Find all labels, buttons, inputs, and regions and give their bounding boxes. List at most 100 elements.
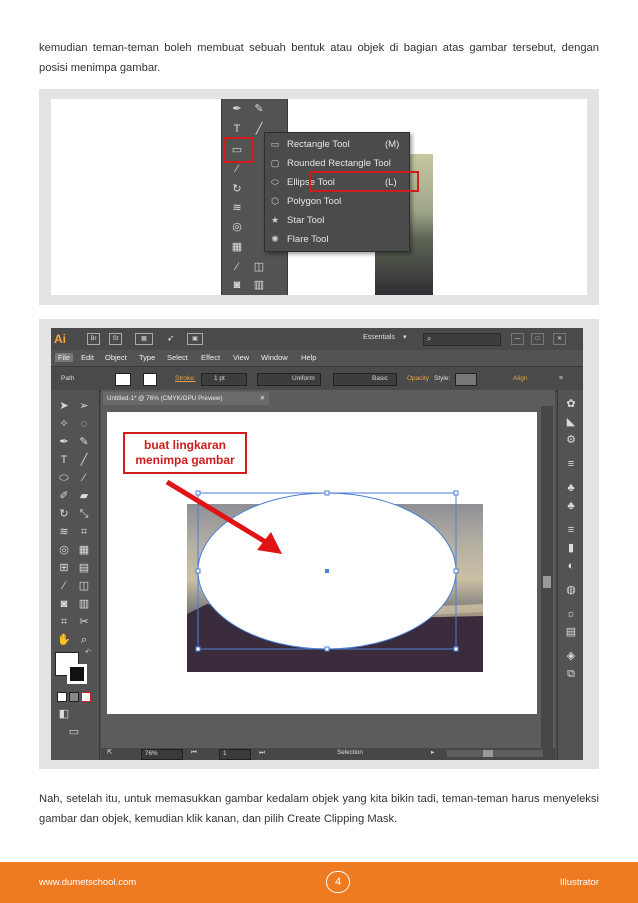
curvature-tool-icon[interactable]: ✎ [77, 436, 91, 448]
shape-builder-icon[interactable]: ◎ [230, 221, 244, 233]
perspective-grid-icon[interactable]: ▦ [77, 544, 91, 556]
variable-width-profile[interactable]: Uniform [257, 373, 321, 386]
opacity-label[interactable]: Opacity [407, 375, 429, 382]
stroke-label[interactable]: Stroke: [175, 375, 196, 382]
artboards-icon[interactable]: ⧉ [564, 668, 578, 680]
type-tool-icon[interactable]: T [57, 454, 71, 466]
line-segment-icon[interactable]: ╱ [77, 454, 91, 466]
menu-window[interactable]: Window [261, 353, 288, 362]
arrange-documents-icon[interactable]: ▦ [135, 333, 153, 345]
eyedropper-tool-icon[interactable]: ⁄ [57, 580, 71, 592]
perspective-icon[interactable]: ▦ [230, 241, 244, 253]
first-artboard-icon[interactable]: ⏮ [191, 749, 197, 757]
align-panel-icon[interactable]: ▤ [564, 626, 578, 638]
flyout-item-polygon[interactable]: ⬡ Polygon Tool [265, 192, 409, 211]
stroke-color-box[interactable] [67, 664, 87, 684]
pen-icon[interactable]: ✒ [230, 103, 244, 115]
menu-object[interactable]: Object [105, 353, 127, 362]
stock-button[interactable]: St [109, 333, 122, 345]
symbols-icon[interactable]: ♣ [564, 482, 578, 494]
color-panel-icon[interactable]: ✿ [564, 398, 578, 410]
sync-icon[interactable]: ▣ [187, 333, 203, 345]
gpu-rocket-icon[interactable]: ➶ [165, 333, 176, 343]
swap-icon[interactable]: ↶ [85, 648, 91, 656]
graphic-styles-icon[interactable]: ♣ [564, 500, 578, 512]
blend-tool-icon[interactable]: ◫ [77, 580, 91, 592]
color-guide-icon[interactable]: ◣ [564, 416, 578, 428]
symbol-sprayer-icon[interactable]: ◙ [230, 279, 244, 291]
share-icon[interactable]: ⇱ [107, 749, 112, 756]
swatches-icon[interactable]: ⚙ [564, 434, 578, 446]
menu-file[interactable]: File [55, 353, 74, 362]
none-mode-icon[interactable] [81, 692, 91, 702]
selection-icon[interactable]: ➤ [57, 400, 71, 412]
menu-help[interactable]: Help [301, 353, 316, 362]
fill-swatch[interactable] [115, 373, 131, 386]
appearance-icon[interactable]: ◍ [564, 584, 578, 596]
graph-icon[interactable]: ▥ [252, 279, 266, 291]
color-mode-icon[interactable] [57, 692, 67, 702]
mesh-icon[interactable]: ⊞ [57, 562, 71, 574]
close-button[interactable]: ✕ [553, 333, 566, 345]
last-artboard-icon[interactable]: ⏭ [259, 749, 265, 757]
workspace-switcher[interactable]: Essentials [363, 334, 395, 341]
hscroll-thumb[interactable] [483, 750, 493, 757]
free-transform-icon[interactable]: ⌗ [77, 526, 91, 538]
handle-top-left[interactable] [195, 490, 201, 496]
artboard[interactable]: buat lingkaran menimpa gambar [107, 412, 537, 714]
graphic-style-picker[interactable] [455, 373, 477, 386]
ellipse-tool-icon[interactable]: ⬭ [57, 472, 71, 484]
type-icon[interactable]: T [230, 123, 244, 135]
zoom-field[interactable]: 76% [141, 749, 183, 760]
search-input[interactable]: ⌕ [423, 333, 501, 346]
gradient-icon[interactable]: ▤ [77, 562, 91, 574]
handle-top[interactable] [324, 490, 330, 496]
scale-icon[interactable]: ⤡ [77, 508, 91, 520]
handle-top-right[interactable] [453, 490, 459, 496]
hand-icon[interactable]: ✋ [57, 634, 71, 646]
magic-wand-icon[interactable]: ✧ [57, 418, 71, 430]
rotate-icon[interactable]: ↻ [230, 183, 244, 195]
handle-left[interactable] [195, 568, 201, 574]
symbol-sprayer-tool-icon[interactable]: ◙ [57, 598, 71, 610]
handle-bottom-left[interactable] [195, 646, 201, 652]
menu-type[interactable]: Type [139, 353, 155, 362]
zoom-icon[interactable]: ⌕ [77, 634, 91, 646]
menu-select[interactable]: Select [167, 353, 188, 362]
minimize-button[interactable]: — [511, 333, 524, 345]
stroke-swatch[interactable] [143, 373, 157, 386]
rotate-tool-icon[interactable]: ↻ [57, 508, 71, 520]
eraser-icon[interactable]: ▰ [77, 490, 91, 502]
footer-website[interactable]: www.dumetschool.com [39, 877, 136, 888]
screen-mode-icon[interactable]: ▭ [67, 726, 81, 738]
brushes-icon[interactable]: ≡ [564, 458, 578, 470]
status-arrow-icon[interactable]: ▸ [431, 749, 434, 756]
panel-menu-icon[interactable]: ≡ [559, 375, 563, 382]
lasso-icon[interactable]: ◌ [77, 418, 91, 430]
status-tool[interactable]: Selection [337, 749, 363, 756]
menu-view[interactable]: View [233, 353, 249, 362]
stroke-panel-icon[interactable]: ≡ [564, 524, 578, 536]
layers-icon[interactable]: ◈ [564, 650, 578, 662]
scroll-thumb[interactable] [543, 576, 551, 588]
maximize-button[interactable]: □ [531, 333, 544, 345]
align-label[interactable]: Align [513, 375, 527, 382]
artboard-navigator[interactable]: 1 [219, 749, 251, 760]
handle-bottom-right[interactable] [453, 646, 459, 652]
shape-builder-tool-icon[interactable]: ◎ [57, 544, 71, 556]
drawing-mode-icon[interactable]: ◧ [57, 708, 71, 720]
tab-close-icon[interactable]: ✕ [260, 392, 265, 405]
flyout-item-flare[interactable]: ✺ Flare Tool [265, 230, 409, 249]
paintbrush-tool-icon[interactable]: ⁄ [77, 472, 91, 484]
vertical-scrollbar[interactable] [541, 406, 553, 748]
eyedropper-icon[interactable]: ⁄ [230, 261, 244, 273]
document-tab[interactable]: Untitled-1* @ 76% (CMYK/GPU Preview) ✕ [103, 392, 269, 405]
width-icon[interactable]: ≋ [57, 526, 71, 538]
curvature-icon[interactable]: ✎ [252, 103, 266, 115]
brush-definition[interactable]: Basic [333, 373, 397, 386]
paintbrush-icon[interactable]: ⁄ [230, 163, 244, 175]
handle-right[interactable] [453, 568, 459, 574]
gradient-panel-icon[interactable]: ▮ [564, 542, 578, 554]
flyout-item-rectangle[interactable]: ▭ Rectangle Tool (M) [265, 135, 409, 154]
pencil-icon[interactable]: ✐ [57, 490, 71, 502]
